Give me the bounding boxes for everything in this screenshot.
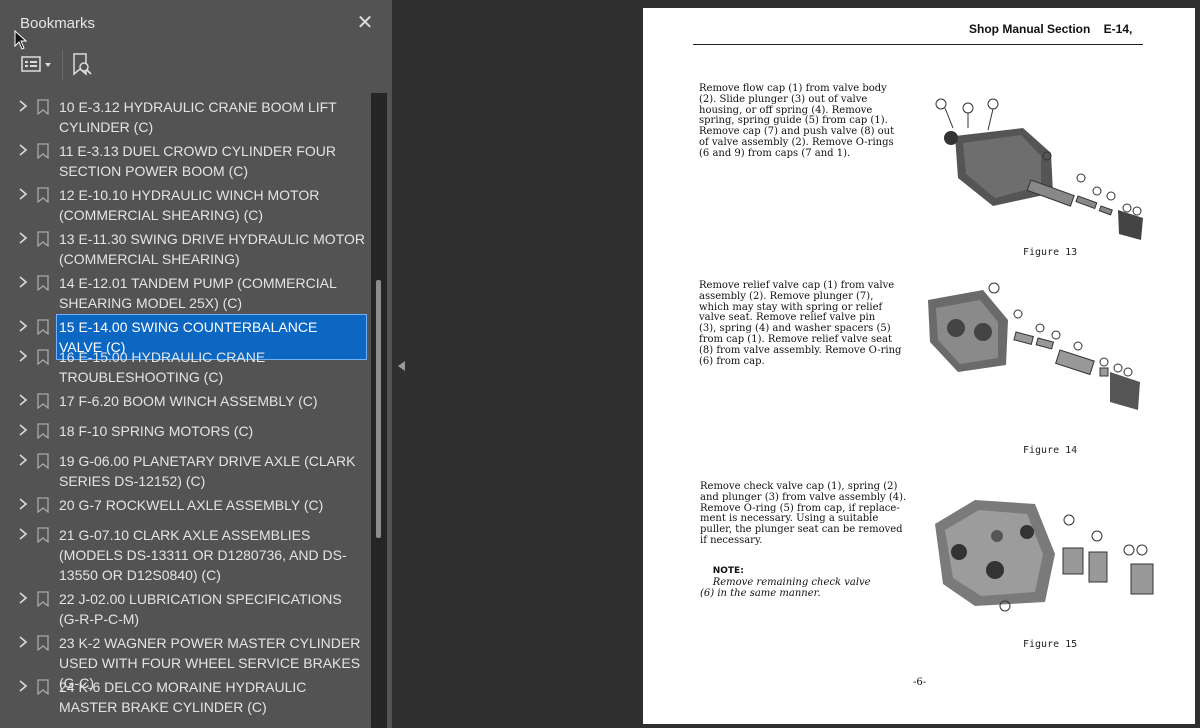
bookmark-icon <box>37 393 49 409</box>
figure-caption: Figure 14 <box>1023 445 1078 456</box>
note-label: NOTE: <box>712 566 744 576</box>
bookmark-label: 22 J-02.00 LUBRICATION SPECIFICATIONS (G… <box>59 591 342 627</box>
bookmark-label: 24 K-6 DELCO MORAINE HYDRAULIC MASTER BR… <box>59 679 307 715</box>
chevron-right-icon[interactable] <box>17 423 29 437</box>
bookmark-search-icon <box>73 53 92 76</box>
bookmarks-header: Bookmarks ✕ <box>0 0 392 92</box>
chevron-right-icon[interactable] <box>17 635 29 649</box>
bookmark-icon <box>37 679 49 695</box>
bookmark-icon <box>37 591 49 607</box>
chevron-right-icon[interactable] <box>17 99 29 113</box>
bookmark-options-button[interactable] <box>20 52 56 78</box>
bookmark-label: 17 F-6.20 BOOM WINCH ASSEMBLY (C) <box>59 393 318 409</box>
chevron-right-icon[interactable] <box>17 393 29 407</box>
bookmark-icon <box>37 231 49 247</box>
document-page: Shop Manual Section E-14, Remove flow ca… <box>643 8 1195 724</box>
bookmark-icon <box>37 527 49 543</box>
instruction-paragraph: Remove flow cap (1) from valve body (2).… <box>699 83 895 159</box>
note-block: NOTE: Remove remaining check valve (6) i… <box>700 554 871 610</box>
bookmark-scroll-thumb[interactable] <box>376 280 381 538</box>
header-rule <box>693 44 1143 45</box>
bookmark-label: 14 E-12.01 TANDEM PUMP (COMMERCIAL SHEAR… <box>59 275 337 311</box>
chevron-right-icon[interactable] <box>17 349 29 363</box>
toolbar-divider <box>62 50 63 80</box>
bookmark-icon <box>37 275 49 291</box>
bookmark-icon <box>37 453 49 469</box>
page-header: Shop Manual Section E-14, <box>969 22 1133 36</box>
bookmark-label: 13 E-11.30 SWING DRIVE HYDRAULIC MOTOR (… <box>59 231 365 267</box>
bookmark-icon <box>37 635 49 651</box>
bookmark-label: 18 F-10 SPRING MOTORS (C) <box>59 423 254 439</box>
bookmark-icon <box>37 99 49 115</box>
page-number: -6- <box>913 677 927 688</box>
figure-13-illustration <box>935 98 1143 240</box>
chevron-right-icon[interactable] <box>17 319 29 333</box>
bookmark-icon <box>37 423 49 439</box>
panel-title: Bookmarks <box>20 15 96 32</box>
bookmark-label: 12 E-10.10 HYDRAULIC WINCH MOTOR (COMMER… <box>59 187 320 223</box>
chevron-right-icon[interactable] <box>17 143 29 157</box>
figure-14-illustration <box>928 282 1140 410</box>
chevron-right-icon[interactable] <box>17 527 29 541</box>
chevron-right-icon[interactable] <box>17 187 29 201</box>
mouse-pointer-icon <box>14 30 28 50</box>
note-text: Remove remaining check valve (6) in the … <box>700 577 871 599</box>
instruction-paragraph: Remove relief valve cap (1) from valve a… <box>699 280 902 367</box>
bookmark-icon <box>37 349 49 365</box>
list-options-icon <box>21 56 51 72</box>
chevron-right-icon[interactable] <box>17 497 29 511</box>
bookmark-label: 16 E-15.00 HYDRAULIC CRANE TROUBLESHOOTI… <box>59 349 266 385</box>
chevron-right-icon[interactable] <box>17 453 29 467</box>
collapse-panel-button[interactable] <box>393 355 411 377</box>
chevron-right-icon[interactable] <box>17 275 29 289</box>
bookmark-label: 10 E-3.12 HYDRAULIC CRANE BOOM LIFT CYLI… <box>59 99 337 135</box>
chevron-right-icon[interactable] <box>17 591 29 605</box>
figure-caption: Figure 15 <box>1023 639 1078 650</box>
chevron-right-icon[interactable] <box>17 231 29 245</box>
close-icon[interactable]: ✕ <box>354 12 376 34</box>
chevron-right-icon[interactable] <box>17 679 29 693</box>
bookmark-label: 20 G-7 ROCKWELL AXLE ASSEMBLY (C) <box>59 497 324 513</box>
figure-15-illustration <box>935 500 1154 612</box>
find-bookmark-button[interactable] <box>70 52 96 78</box>
bookmark-icon <box>37 497 49 513</box>
bookmark-label: 21 G-07.10 CLARK AXLE ASSEMBLIES (MODELS… <box>59 527 347 583</box>
bookmark-list: 10 E-3.12 HYDRAULIC CRANE BOOM LIFT CYLI… <box>0 93 370 728</box>
instruction-paragraph: Remove check valve cap (1), spring (2) a… <box>700 481 907 546</box>
triangle-left-icon <box>398 361 405 371</box>
bookmark-icon <box>37 319 49 335</box>
bookmark-label: 11 E-3.13 DUEL CROWD CYLINDER FOUR SECTI… <box>59 143 336 179</box>
bookmarks-panel: Bookmarks ✕ 10 E-3.12 HYDRAULIC CRANE BO… <box>0 0 392 728</box>
bookmark-label: 19 G-06.00 PLANETARY DRIVE AXLE (CLARK S… <box>59 453 356 489</box>
bookmark-icon <box>37 187 49 203</box>
bookmark-icon <box>37 143 49 159</box>
figure-caption: Figure 13 <box>1023 247 1078 258</box>
